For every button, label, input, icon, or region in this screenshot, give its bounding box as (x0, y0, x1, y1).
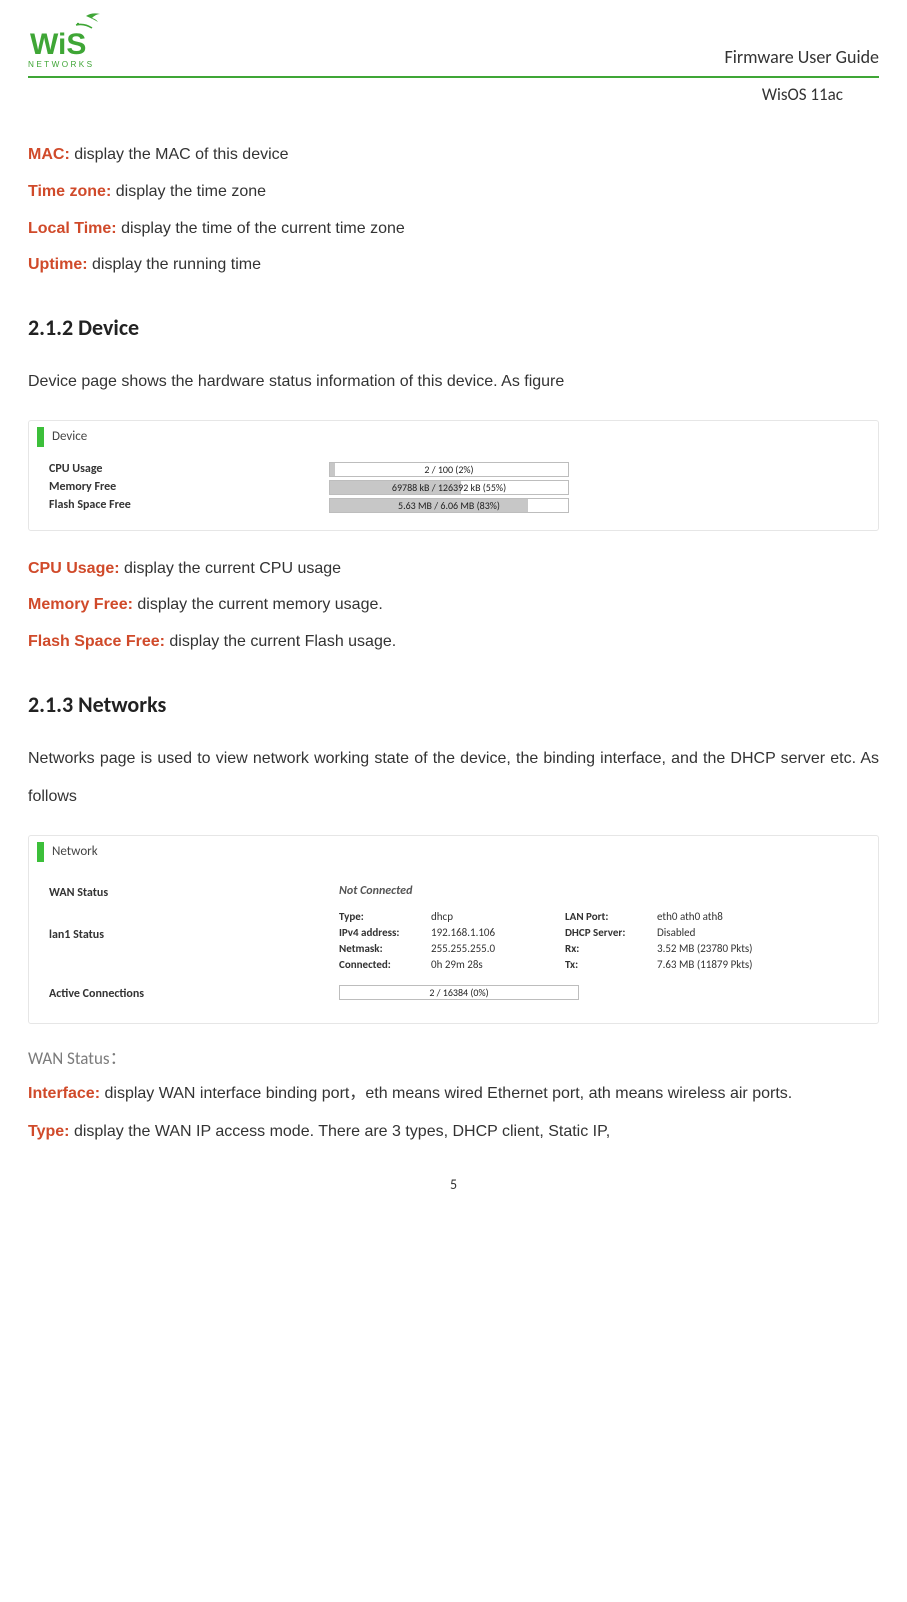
kv-connected-k: Connected: (339, 958, 427, 971)
desc-timezone: display the time zone (116, 183, 266, 200)
term-timezone: Time zone: (28, 183, 111, 200)
header-divider (28, 76, 879, 78)
lan-kv-grid: Type: dhcp LAN Port: eth0 ath0 ath8 IPv4… (339, 910, 797, 971)
kv-connected-v: 0h 29m 28s (431, 958, 561, 971)
green-accent-icon (37, 842, 44, 862)
metric-flash: Flash Space Free 5.63 MB / 6.06 MB (83%) (49, 498, 866, 513)
desc-mac: display the MAC of this device (74, 146, 288, 163)
bar-text-active-conn: 2 / 16384 (0%) (429, 986, 488, 999)
metric-memory: Memory Free 69788 kB / 126392 kB (55%) (49, 480, 866, 495)
wan-status-label: WAN Status (49, 884, 339, 900)
green-accent-icon (37, 427, 44, 447)
wan-status-row: WAN Status Not Connected (49, 884, 866, 900)
metric-label-flash: Flash Space Free (49, 498, 329, 512)
active-connections-label: Active Connections (49, 985, 339, 1001)
kv-type-k: Type: (339, 910, 427, 923)
wis-logo: WiS NETWORKS (28, 10, 106, 70)
intro-definitions: MAC: display the MAC of this device Time… (28, 137, 879, 284)
heading-networks: 2.1.3 Networks (28, 691, 879, 718)
device-intro: Device page shows the hardware status in… (28, 363, 879, 401)
network-panel: Network WAN Status Not Connected lan1 St… (28, 835, 879, 1024)
page-header: WiS NETWORKS Firmware User Guide (28, 10, 879, 74)
kv-lanport-k: LAN Port: (565, 910, 653, 923)
metric-label-memory: Memory Free (49, 480, 329, 494)
term-interface: Interface: (28, 1085, 100, 1102)
kv-lanport-v: eth0 ath0 ath8 (657, 910, 797, 923)
network-definitions: Interface: display WAN interface binding… (28, 1075, 879, 1152)
kv-tx-v: 7.63 MB (11879 Pkts) (657, 958, 797, 971)
metric-label-cpu: CPU Usage (49, 462, 329, 476)
term-flash-free: Flash Space Free: (28, 633, 165, 650)
kv-netmask-v: 255.255.255.0 (431, 942, 561, 955)
progress-bar-flash: 5.63 MB / 6.06 MB (83%) (329, 498, 569, 513)
heading-device: 2.1.2 Device (28, 314, 879, 341)
kv-netmask-k: Netmask: (339, 942, 427, 955)
metric-cpu: CPU Usage 2 / 100 (2%) (49, 462, 866, 477)
page-number: 5 (28, 1176, 879, 1193)
doc-subtitle: WisOS 11ac (28, 84, 879, 105)
kv-type-v: dhcp (431, 910, 561, 923)
kv-rx-v: 3.52 MB (23780 Pkts) (657, 942, 797, 955)
lan-status-row: lan1 Status Type: dhcp LAN Port: eth0 at… (49, 910, 866, 971)
device-panel-title: Device (52, 429, 87, 444)
svg-text:NETWORKS: NETWORKS (28, 60, 95, 69)
progress-bar-memory: 69788 kB / 126392 kB (55%) (329, 480, 569, 495)
device-panel-title-bar: Device (29, 421, 878, 453)
wan-status-heading: WAN Status： (28, 1044, 879, 1069)
device-panel: Device CPU Usage 2 / 100 (2%) Memory Fre… (28, 420, 879, 531)
lan-status-label: lan1 Status (49, 910, 339, 942)
networks-intro: Networks page is used to view network wo… (28, 740, 879, 817)
desc-type: display the WAN IP access mode. There ar… (74, 1123, 610, 1140)
kv-dhcp-k: DHCP Server: (565, 926, 653, 939)
network-panel-title-bar: Network (29, 836, 878, 868)
progress-bar-cpu: 2 / 100 (2%) (329, 462, 569, 477)
svg-text:WiS: WiS (30, 28, 86, 61)
desc-memory-free: display the current memory usage. (137, 596, 382, 613)
progress-bar-active-conn: 2 / 16384 (0%) (339, 985, 579, 1000)
term-mac: MAC: (28, 146, 70, 163)
bar-text-memory: 69788 kB / 126392 kB (55%) (392, 481, 506, 494)
desc-flash-free: display the current Flash usage. (169, 633, 396, 650)
kv-ipv4-k: IPv4 address: (339, 926, 427, 939)
term-cpu-usage: CPU Usage: (28, 560, 120, 577)
kv-tx-k: Tx: (565, 958, 653, 971)
term-memory-free: Memory Free: (28, 596, 133, 613)
network-panel-title: Network (52, 844, 98, 859)
desc-localtime: display the time of the current time zon… (121, 220, 405, 237)
active-connections-row: Active Connections 2 / 16384 (0%) (49, 985, 866, 1001)
doc-title: Firmware User Guide (724, 46, 879, 70)
term-localtime: Local Time: (28, 220, 117, 237)
bar-text-flash: 5.63 MB / 6.06 MB (83%) (398, 499, 500, 512)
term-type: Type: (28, 1123, 69, 1140)
wan-status-value: Not Connected (339, 884, 412, 898)
device-definitions: CPU Usage: display the current CPU usage… (28, 551, 879, 661)
kv-rx-k: Rx: (565, 942, 653, 955)
desc-cpu-usage: display the current CPU usage (124, 560, 341, 577)
bar-text-cpu: 2 / 100 (2%) (424, 463, 473, 476)
kv-ipv4-v: 192.168.1.106 (431, 926, 561, 939)
desc-uptime: display the running time (92, 256, 261, 273)
term-uptime: Uptime: (28, 256, 88, 273)
desc-interface: display WAN interface binding port，eth m… (104, 1085, 792, 1102)
kv-dhcp-v: Disabled (657, 926, 797, 939)
